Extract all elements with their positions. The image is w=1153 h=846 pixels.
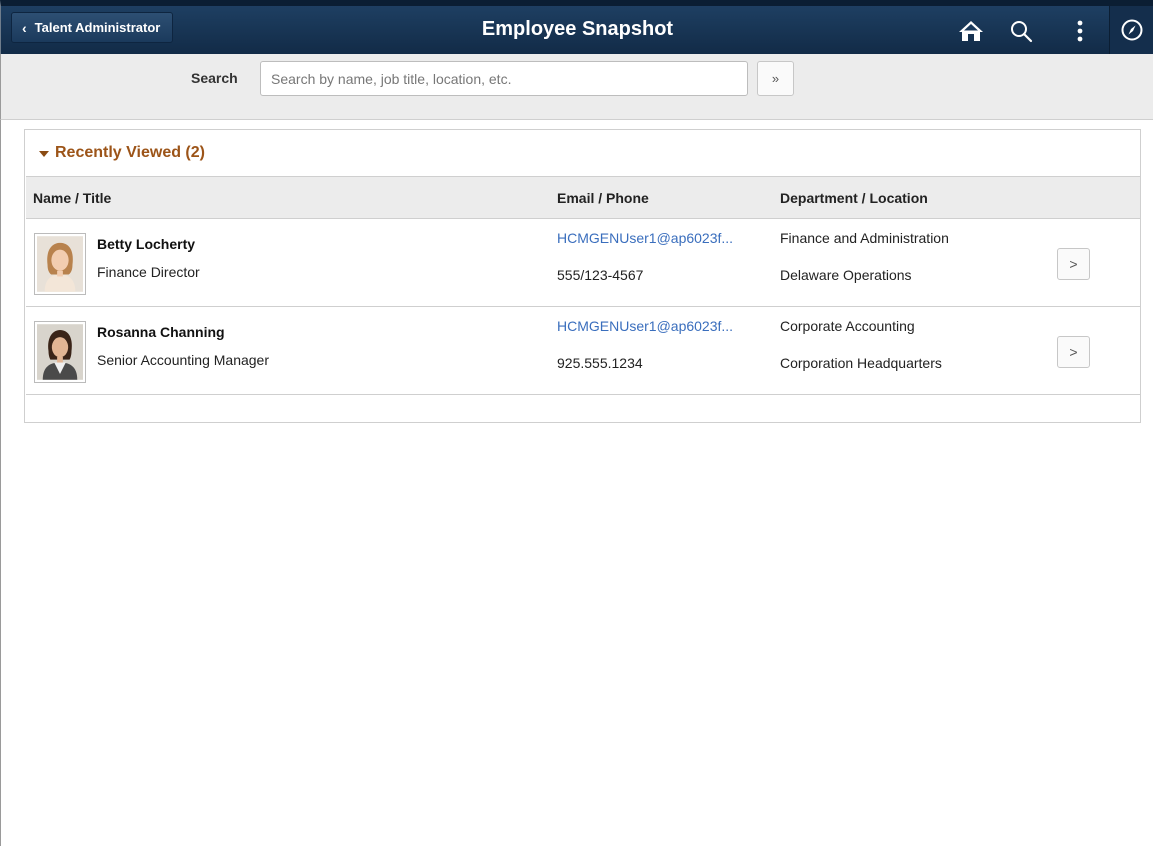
search-go-button[interactable]: » bbox=[757, 61, 794, 96]
search-bar: Search » bbox=[0, 54, 1153, 120]
actions-menu-icon[interactable] bbox=[1063, 14, 1097, 48]
back-button[interactable]: ‹ Talent Administrator bbox=[11, 12, 174, 43]
viewport-left-border bbox=[0, 120, 1, 846]
grid-footer bbox=[26, 395, 1140, 396]
employee-photo bbox=[34, 233, 86, 295]
top-banner: ‹ Talent Administrator Employee Snapshot bbox=[0, 0, 1153, 54]
employee-photo bbox=[34, 321, 86, 383]
row-detail-button[interactable]: > bbox=[1057, 336, 1090, 368]
search-icon[interactable] bbox=[1004, 14, 1038, 48]
chevron-left-icon: ‹ bbox=[22, 19, 27, 36]
search-label: Search bbox=[191, 70, 238, 86]
employee-location: Corporation Headquarters bbox=[780, 355, 942, 371]
recently-viewed-toggle[interactable]: Recently Viewed (2) bbox=[25, 130, 1140, 176]
employee-email-link[interactable]: HCMGENUser1@ap6023f... bbox=[557, 318, 757, 334]
employee-name: Rosanna Channing bbox=[97, 324, 225, 340]
column-header-email-phone: Email / Phone bbox=[557, 190, 649, 206]
employee-phone: 555/123-4567 bbox=[557, 267, 644, 283]
collapse-triangle-icon bbox=[39, 151, 49, 157]
employee-phone: 925.555.1234 bbox=[557, 355, 643, 371]
recently-viewed-title: Recently Viewed (2) bbox=[55, 144, 205, 161]
employee-grid: Name / Title Email / Phone Department / … bbox=[26, 176, 1140, 396]
column-header-name-title: Name / Title bbox=[33, 190, 112, 206]
employee-name: Betty Locherty bbox=[97, 236, 196, 252]
navbar-compass-icon[interactable] bbox=[1109, 6, 1153, 54]
home-icon[interactable] bbox=[954, 14, 988, 48]
column-header-department-location: Department / Location bbox=[780, 190, 928, 206]
employee-title: Finance Director bbox=[97, 264, 200, 280]
back-button-label: Talent Administrator bbox=[34, 20, 161, 35]
employee-email-link[interactable]: HCMGENUser1@ap6023f... bbox=[557, 230, 757, 246]
employee-title: Senior Accounting Manager bbox=[97, 352, 269, 368]
employee-location: Delaware Operations bbox=[780, 267, 912, 283]
search-input[interactable] bbox=[260, 61, 748, 96]
row-detail-button[interactable]: > bbox=[1057, 248, 1090, 280]
table-row[interactable]: Rosanna Channing Senior Accounting Manag… bbox=[26, 307, 1140, 395]
employee-department: Finance and Administration bbox=[780, 230, 949, 246]
employee-department: Corporate Accounting bbox=[780, 318, 915, 334]
recently-viewed-group: Recently Viewed (2) Name / Title Email /… bbox=[24, 129, 1141, 423]
table-row[interactable]: Betty Locherty Finance Director HCMGENUs… bbox=[26, 219, 1140, 307]
grid-header: Name / Title Email / Phone Department / … bbox=[26, 176, 1140, 219]
